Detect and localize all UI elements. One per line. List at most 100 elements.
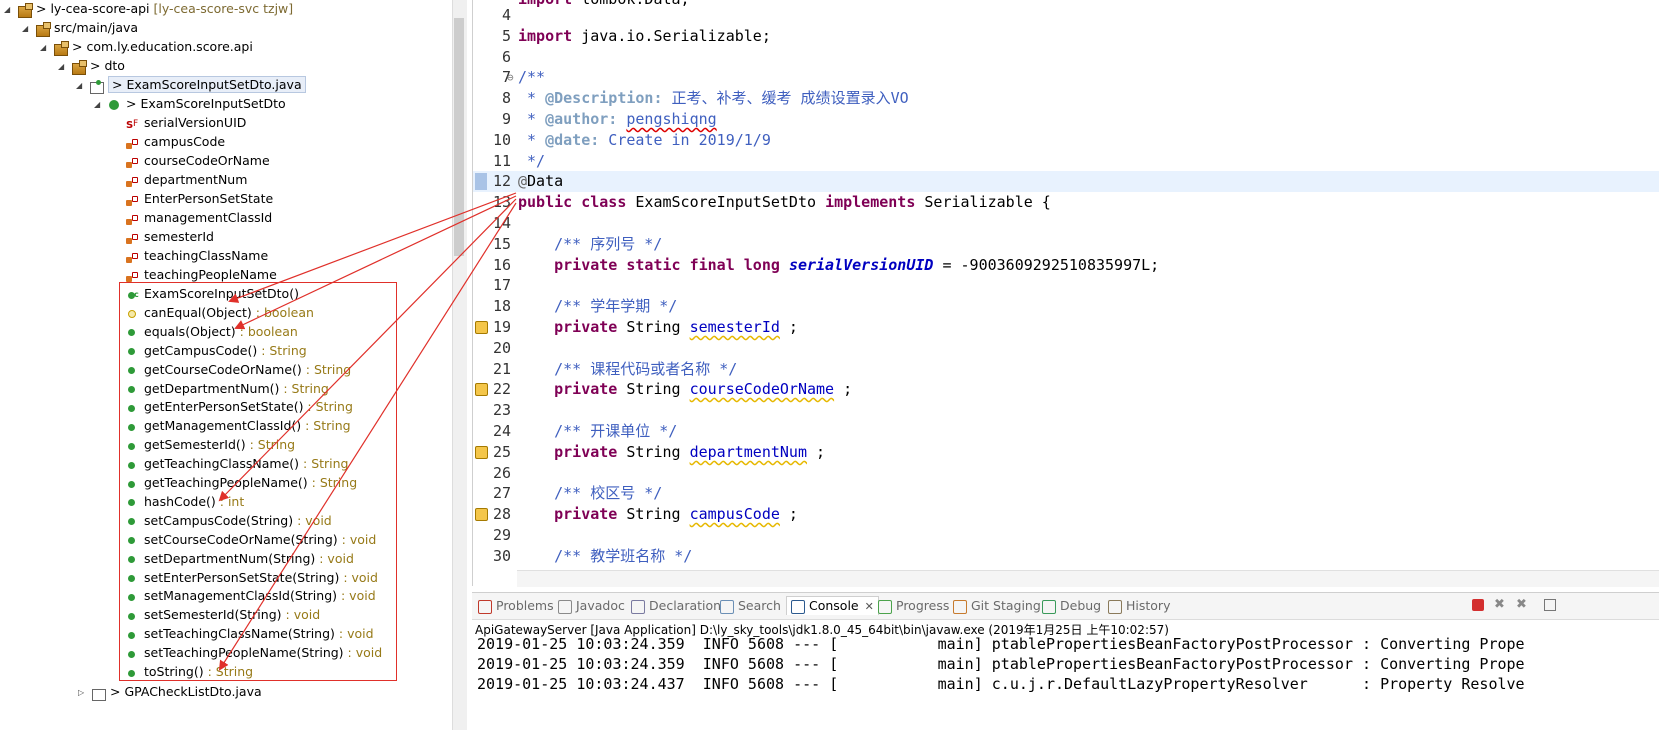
tree-method[interactable]: getEnterPersonSetState() : String [124,397,353,417]
code-line[interactable]: 12 @Data [473,171,1659,192]
tree-method-label: canEqual(Object) [144,304,252,320]
tree-method-label: equals(Object) [144,323,236,339]
tab-debug[interactable]: Debug [1042,597,1101,615]
tree-field[interactable]: S F serialVersionUID [124,113,246,133]
panel-tab-bar: Problems Javadoc Declaration Search Console ✕… [472,593,1659,620]
tab-progress[interactable]: Progress [878,597,949,615]
tree-method[interactable]: canEqual(Object) : boolean [124,303,314,323]
tree-node[interactable]: ◢ > com.ly.education.score.api [40,37,253,57]
tree-field[interactable]: EnterPersonSetState [124,189,273,209]
tree-method[interactable]: setCampusCode(String) : void [124,511,332,531]
code-line[interactable]: 6 [473,47,1659,68]
code-line[interactable]: 30 /** 教学班名称 */ [473,546,1659,567]
code-line[interactable]: 18 /** 学年学期 */ [473,296,1659,317]
remove-all-launches-icon[interactable]: ✖ [1516,598,1528,611]
package-icon [52,40,69,56]
code-line[interactable]: 29 [473,525,1659,546]
code-line[interactable]: 27 /** 校区号 */ [473,483,1659,504]
tree-method[interactable]: setEnterPersonSetState(String) : void [124,568,378,588]
tree-node-decoration: [ly-cea-score-svc tzjw] [149,1,294,16]
tree-node[interactable]: ◢ > ly-cea-score-api [ly-cea-score-svc tz… [4,0,293,19]
tab-history[interactable]: History [1108,597,1170,615]
code-line[interactable]: 24 /** 开课单位 */ [473,421,1659,442]
tree-field[interactable]: campusCode [124,132,225,152]
code-line[interactable]: 7 ⊖/** [473,67,1659,88]
tab-javadoc[interactable]: Javadoc [558,597,625,615]
code-line[interactable]: 9 * @author: pengshiqng [473,109,1659,130]
code-line[interactable]: 26 [473,463,1659,484]
close-tab-icon[interactable]: ✕ [865,600,874,613]
code-line[interactable]: 15 /** 序列号 */ [473,234,1659,255]
code-editor[interactable]: import lombok.Data;45import java.io.Seri… [472,0,1659,586]
tree-field[interactable]: semesterId [124,227,214,247]
tree-method-label: setEnterPersonSetState(String) [144,569,340,585]
tree-method[interactable]: equals(Object) : boolean [124,322,298,342]
tree-method[interactable]: setCourseCodeOrName(String) : void [124,530,376,550]
tree-method[interactable]: setSemesterId(String) : void [124,605,320,625]
remove-launch-icon[interactable]: ✖ [1494,598,1506,611]
tab-declaration[interactable]: Declaration [631,597,721,615]
code-line[interactable]: 5 import java.io.Serializable; [473,26,1659,47]
tree-method[interactable]: getSemesterId() : String [124,435,295,455]
expand-toggle-icon[interactable]: ◢ [4,0,16,20]
code-line[interactable]: 25 private String departmentNum ; [473,442,1659,463]
code-line[interactable]: 13 public class ExamScoreInputSetDto impl… [473,192,1659,213]
code-line[interactable]: 21 /** 课程代码或者名称 */ [473,359,1659,380]
expand-toggle-icon[interactable]: ◢ [40,38,52,58]
tab-search[interactable]: Search [720,597,781,615]
terminate-icon[interactable] [1472,599,1484,611]
expand-toggle-icon[interactable]: ◢ [76,76,88,96]
tree-field[interactable]: managementClassId [124,208,272,228]
code-line[interactable]: 16 private static final long serialVersi… [473,255,1659,276]
code-line[interactable]: 23 [473,400,1659,421]
tree-field[interactable]: departmentNum [124,170,247,190]
fold-toggle-icon[interactable]: ⊖ [507,67,514,88]
expand-toggle-icon[interactable]: ◢ [94,95,106,115]
tree-method[interactable]: toString() : String [124,662,253,682]
tree-method[interactable]: setDepartmentNum(String) : void [124,549,354,569]
code-line[interactable]: 4 [473,5,1659,26]
tree-method[interactable]: getManagementClassId() : String [124,416,351,436]
code-line[interactable]: 8 * @Description: 正考、补考、缓考 成绩设置录入VO [473,88,1659,109]
code-text: * @author: pengshiqng [518,110,717,128]
private-field-icon [124,230,140,246]
tree-field-label: semesterId [144,229,214,244]
debug-icon [1042,599,1056,614]
tree-method[interactable]: setTeachingClassName(String) : void [124,624,374,644]
code-line[interactable]: 20 [473,338,1659,359]
expand-toggle-icon[interactable]: ◢ [22,19,34,39]
expand-toggle-icon[interactable]: ◢ [58,57,70,77]
tree-node[interactable]: ◢ > dto [58,56,125,76]
tab-console[interactable]: Console ✕ [786,596,879,615]
code-line[interactable]: 14 [473,213,1659,234]
clear-console-icon[interactable] [1544,599,1556,611]
tree-field[interactable]: teachingClassName [124,246,268,266]
explorer-scrollbar-thumb[interactable] [454,18,464,256]
tree-method[interactable]: getTeachingPeopleName() : String [124,473,357,493]
tab-problems[interactable]: Problems [478,597,554,615]
line-number: 30 [492,547,511,565]
tree-method[interactable]: setTeachingPeopleName(String) : void [124,643,382,663]
tree-method[interactable]: c ExamScoreInputSetDto() [124,284,299,304]
tree-method[interactable]: hashCode() : int [124,492,244,512]
code-line[interactable]: 22 private String courseCodeOrName ; [473,379,1659,400]
code-line[interactable]: 10 * @date: Create in 2019/1/9 [473,130,1659,151]
tree-method[interactable]: setManagementClassId(String) : void [124,586,376,606]
tree-method[interactable]: getCampusCode() : String [124,341,307,361]
tree-method[interactable]: getCourseCodeOrName() : String [124,360,351,380]
code-line[interactable]: 28 private String campusCode ; [473,504,1659,525]
tree-node-gpachecklistdto[interactable]: ▷ > GPACheckListDto.java [78,682,262,702]
code-line[interactable]: 17 [473,275,1659,296]
tab-label: Git Staging [971,598,1041,613]
code-line[interactable]: 11 */ [473,151,1659,172]
tab-git-staging[interactable]: Git Staging [953,597,1041,615]
tree-field[interactable]: teachingPeopleName [124,265,277,285]
tree-node[interactable]: ◢ > ExamScoreInputSetDto.java [76,75,306,95]
tree-field[interactable]: courseCodeOrName [124,151,270,171]
code-line[interactable]: 19 private String semesterId ; [473,317,1659,338]
tree-method[interactable]: getTeachingClassName() : String [124,454,349,474]
tree-node[interactable]: ◢ src/main/java [22,18,138,38]
tree-method[interactable]: getDepartmentNum() : String [124,379,329,399]
tree-node[interactable]: ◢ > ExamScoreInputSetDto [94,94,286,114]
editor-horizontal-scrollbar[interactable] [517,570,1659,587]
